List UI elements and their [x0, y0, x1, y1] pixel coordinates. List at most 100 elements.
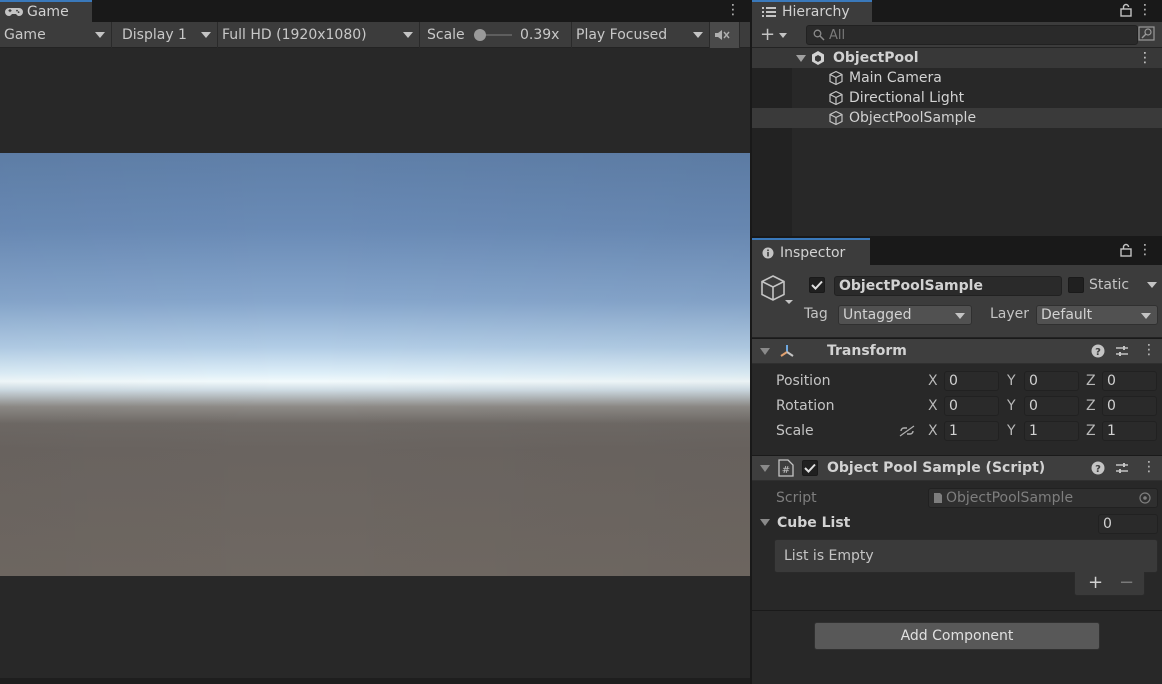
play-mode-value: Play Focused	[576, 27, 668, 43]
cube-list-fold-arrow-icon[interactable]	[760, 519, 770, 526]
rotation-y-field[interactable]: 0	[1024, 396, 1079, 416]
chevron-down-icon	[779, 32, 788, 38]
chevron-down-icon	[1141, 313, 1151, 319]
lock-icon[interactable]	[1120, 243, 1132, 257]
view-mode-dropdown[interactable]: Game	[0, 22, 112, 48]
rotation-x-label[interactable]: X	[928, 398, 938, 414]
constrain-proportions-icon[interactable]	[898, 424, 916, 438]
inspector-more-options-icon[interactable]: ⋮	[1138, 242, 1152, 258]
cube-list-size-field[interactable]: 0	[1098, 514, 1158, 534]
view-mode-value: Game	[4, 27, 46, 43]
checkmark-icon	[804, 463, 816, 473]
create-object-button[interactable]: +	[760, 26, 788, 44]
object-name-input[interactable]: ObjectPoolSample	[834, 276, 1062, 296]
play-mode-dropdown[interactable]: Play Focused	[572, 22, 710, 48]
checkmark-icon	[811, 280, 823, 290]
hierarchy-tab-label: Hierarchy	[782, 4, 850, 20]
help-icon[interactable]: ?	[1091, 461, 1105, 475]
static-dropdown-chevron-icon[interactable]	[1147, 282, 1157, 288]
presets-icon[interactable]	[1115, 344, 1129, 358]
tag-dropdown[interactable]: Untagged	[838, 305, 972, 325]
hierarchy-item-objectpoolsample[interactable]: ObjectPoolSample	[752, 108, 1162, 128]
resolution-value: Full HD (1920x1080)	[222, 27, 367, 43]
scale-x-field[interactable]: 1	[944, 421, 999, 441]
scale-z-field[interactable]: 1	[1102, 421, 1157, 441]
list-remove-button[interactable]: −	[1119, 572, 1134, 593]
layer-dropdown[interactable]: Default	[1036, 305, 1158, 325]
scale-y-label[interactable]: Y	[1007, 423, 1016, 439]
hierarchy-toolbar: + All	[752, 22, 1162, 48]
script-value: ObjectPoolSample	[946, 490, 1074, 506]
hierarchy-item-label: Directional Light	[849, 90, 965, 106]
resolution-dropdown[interactable]: Full HD (1920x1080)	[218, 22, 420, 48]
scene-label: ObjectPool	[833, 50, 919, 66]
hierarchy-item-label: ObjectPoolSample	[849, 110, 977, 126]
component-more-options-icon[interactable]: ⋮	[1142, 459, 1156, 475]
display-dropdown[interactable]: Display 1	[112, 22, 218, 48]
display-value: Display 1	[122, 27, 187, 43]
scene-row[interactable]: ObjectPool ⋮	[752, 48, 1162, 68]
object-name-value: ObjectPoolSample	[839, 278, 983, 294]
position-y-field[interactable]: 0	[1024, 371, 1079, 391]
toolbar-overflow	[740, 22, 750, 48]
scale-y-field[interactable]: 1	[1024, 421, 1079, 441]
position-z-label[interactable]: Z	[1086, 373, 1096, 389]
game-panel: Game ⋮ Game Display 1 Full HD (1920x1080…	[0, 0, 750, 684]
gameobject-large-icon[interactable]	[760, 274, 796, 308]
gameobject-header: ObjectPoolSample Static Tag Untagged Lay…	[752, 265, 1162, 338]
position-y-label[interactable]: Y	[1007, 373, 1016, 389]
scale-x-label[interactable]: X	[928, 423, 938, 439]
transform-header[interactable]: Transform ? ⋮	[752, 338, 1162, 364]
game-tab-bar: Game ⋮	[0, 0, 750, 22]
rotation-z-label[interactable]: Z	[1086, 398, 1096, 414]
hierarchy-search-input[interactable]: All	[806, 25, 1138, 45]
game-more-options-icon[interactable]: ⋮	[726, 2, 740, 18]
scene-more-options-icon[interactable]: ⋮	[1138, 50, 1152, 66]
add-component-button[interactable]: Add Component	[814, 622, 1100, 650]
svg-text:?: ?	[1095, 347, 1101, 358]
position-z-field[interactable]: 0	[1102, 371, 1157, 391]
active-checkbox[interactable]	[809, 277, 825, 293]
object-picker-icon[interactable]	[1139, 492, 1151, 504]
list-add-button[interactable]: +	[1088, 572, 1103, 593]
chevron-down-icon	[955, 313, 965, 319]
tab-game[interactable]: Game	[0, 0, 92, 22]
lock-icon[interactable]	[1120, 3, 1132, 17]
rotation-x-field[interactable]: 0	[944, 396, 999, 416]
scale-value: 0.39x	[520, 27, 560, 43]
fold-arrow-icon[interactable]	[760, 465, 770, 472]
list-footer: + −	[1074, 572, 1145, 596]
script-enabled-checkbox[interactable]	[802, 460, 818, 476]
scale-slider-handle[interactable]	[474, 29, 486, 41]
hierarchy-more-options-icon[interactable]: ⋮	[1138, 2, 1152, 18]
static-label: Static	[1089, 277, 1130, 293]
rotation-z-field[interactable]: 0	[1102, 396, 1157, 416]
chevron-down-icon[interactable]	[796, 55, 806, 62]
script-component-header[interactable]: # Object Pool Sample (Script) ? ⋮	[752, 455, 1162, 481]
rotation-y-label[interactable]: Y	[1007, 398, 1016, 414]
hierarchy-panel: Hierarchy ⋮ + All ObjectPool ⋮ Main Came…	[752, 0, 1162, 236]
tab-inspector[interactable]: Inspector	[752, 238, 870, 265]
static-checkbox[interactable]	[1068, 277, 1084, 293]
gamepad-icon	[5, 6, 23, 18]
presets-icon[interactable]	[1115, 461, 1129, 475]
position-x-label[interactable]: X	[928, 373, 938, 389]
skybox-render	[0, 153, 750, 576]
mute-audio-button[interactable]	[710, 22, 740, 48]
hierarchy-item-main-camera[interactable]: Main Camera	[752, 68, 1162, 88]
component-more-options-icon[interactable]: ⋮	[1142, 342, 1156, 358]
fold-arrow-icon[interactable]	[760, 348, 770, 355]
svg-text:#: #	[782, 465, 790, 476]
inspector-tab-label: Inspector	[780, 244, 846, 261]
gameobject-cube-icon	[828, 110, 844, 126]
scale-z-label[interactable]: Z	[1086, 423, 1096, 439]
tab-hierarchy[interactable]: Hierarchy	[752, 0, 872, 22]
cube-list-label[interactable]: Cube List	[777, 515, 850, 531]
help-icon[interactable]: ?	[1091, 344, 1105, 358]
game-viewport[interactable]	[0, 153, 750, 576]
search-by-type-icon[interactable]	[1138, 26, 1158, 44]
position-x-field[interactable]: 0	[944, 371, 999, 391]
layer-value: Default	[1041, 307, 1093, 323]
hierarchy-item-directional-light[interactable]: Directional Light	[752, 88, 1162, 108]
script-component-title: Object Pool Sample (Script)	[827, 460, 1046, 476]
